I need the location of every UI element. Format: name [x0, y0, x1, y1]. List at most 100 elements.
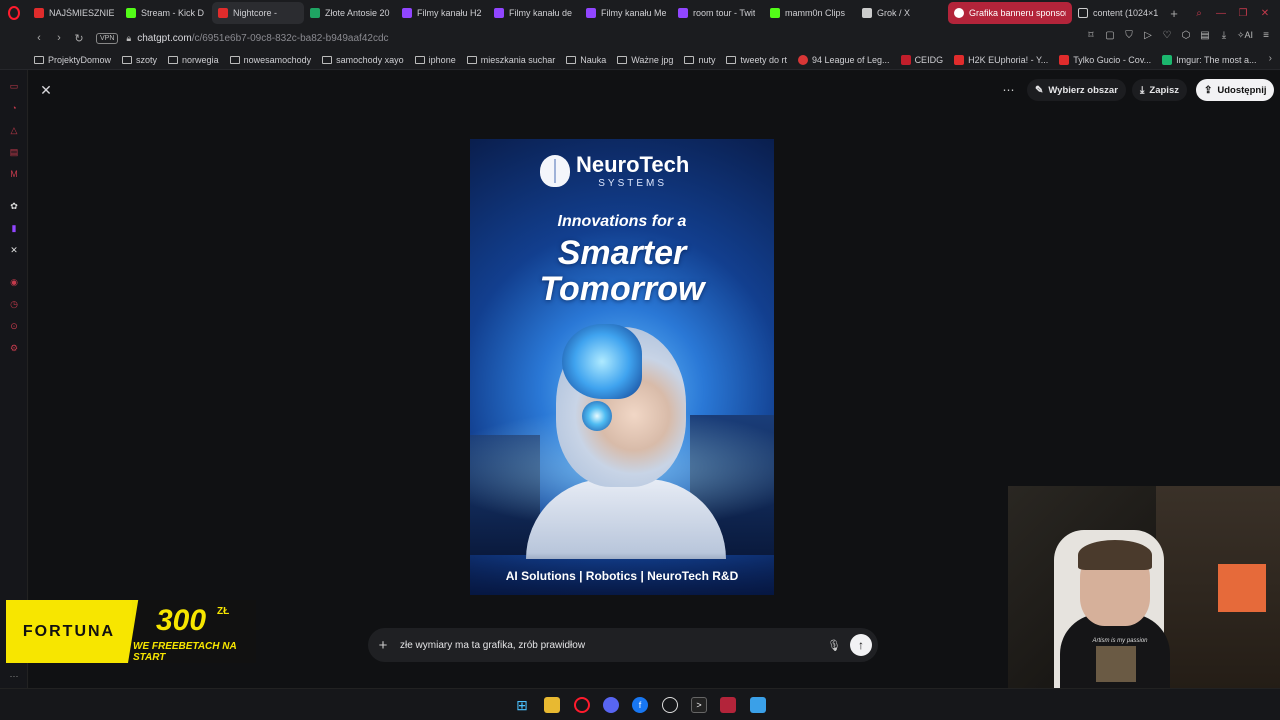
imgur-icon [1162, 54, 1173, 65]
youtube-icon [954, 54, 965, 65]
sponsor-brand-panel: FORTUNA [6, 600, 132, 663]
download-icon: ⤓ [1140, 84, 1145, 96]
vpn-badge[interactable]: VPN [96, 32, 119, 44]
bookmark-folder[interactable]: Nauka [566, 55, 606, 65]
windows-start-icon[interactable]: ⊞ [514, 697, 530, 713]
bookmark-link[interactable]: 94 League of Leg... [797, 54, 890, 65]
twitch-icon [586, 8, 596, 18]
send-button[interactable]: ↑ [850, 634, 872, 656]
tab[interactable]: room tour - Twit [672, 2, 764, 24]
bookmark-folder[interactable]: ProjektyDomow [34, 55, 111, 65]
play-icon[interactable]: ▷ [1142, 29, 1154, 41]
menu-icon[interactable]: ≡ [1260, 29, 1272, 41]
opera-logo-icon[interactable] [0, 0, 28, 26]
x-sidebar-icon[interactable]: ✕ [8, 244, 20, 256]
bookmarks-more-icon[interactable]: › [1269, 53, 1272, 64]
bookmark-folder[interactable]: nuty [684, 55, 715, 65]
clock-icon[interactable]: ◷ [8, 298, 20, 310]
twitch-sidebar-icon[interactable]: ▮ [8, 222, 20, 234]
poster-tagline-2: Smarter [557, 234, 687, 272]
more-options-button[interactable]: ⋯ [1000, 82, 1018, 98]
snapshot-icon[interactable]: ▢ [1104, 29, 1116, 41]
restore-icon[interactable]: ❐ [1234, 4, 1252, 22]
tab[interactable]: Stream - Kick D [120, 2, 212, 24]
tab[interactable]: Filmy kanału H2 [396, 2, 488, 24]
facebook-icon[interactable]: f [632, 697, 648, 713]
reload-icon[interactable]: ↻ [70, 29, 88, 47]
poster-tagline-3: Tomorrow [539, 270, 705, 308]
bookmark-folder[interactable]: samochody xayo [322, 55, 404, 65]
tab[interactable]: Grok / X [856, 2, 948, 24]
settings-icon[interactable]: ⚙ [8, 342, 20, 354]
pin-icon[interactable]: ⊙ [8, 320, 20, 332]
notepad-icon[interactable] [750, 697, 766, 713]
tab[interactable]: Filmy kanału Me [580, 2, 672, 24]
tab-active-chatgpt[interactable]: Grafika banneru sponsors [948, 2, 1072, 24]
tab[interactable]: mamm0n Clips [764, 2, 856, 24]
history-icon[interactable]: ◔ [8, 102, 20, 114]
speed-dial-icon[interactable]: ▭ [8, 80, 20, 92]
extensions-icon[interactable]: ⬡ [1180, 29, 1192, 41]
download-icon[interactable]: ⤓ [1218, 29, 1230, 41]
microphone-icon[interactable]: 🎙︎ [824, 639, 844, 652]
bookmark-folder[interactable]: szoty [122, 55, 157, 65]
bookmark-folder[interactable]: iphone [414, 55, 456, 65]
share-button[interactable]: ⇪ Udostępnij [1196, 79, 1275, 101]
tab[interactable]: Złote Antosie 20 [304, 2, 396, 24]
share-icon: ⇪ [1204, 84, 1213, 96]
bookmark-folder[interactable]: nowesamochody [229, 55, 311, 65]
robot-brain [562, 324, 642, 399]
search-icon[interactable]: ⌕ [1190, 4, 1208, 22]
select-area-button[interactable]: ✎ Wybierz obszar [1027, 79, 1126, 101]
chatgpt-sidebar-icon[interactable]: ✿ [8, 200, 20, 212]
ai-icon[interactable]: △ [8, 124, 20, 136]
bookmark-folder[interactable]: norwegia [168, 55, 219, 65]
bookmark-folder[interactable]: tweety do rt [726, 55, 787, 65]
new-tab-button[interactable]: + [1164, 2, 1184, 24]
tab[interactable]: NAJŚMIESZNIEJ [28, 2, 120, 24]
opera-taskbar-icon[interactable] [574, 697, 590, 713]
bookmark-folder[interactable]: mieszkania suchar [466, 55, 555, 65]
bookmark-link[interactable]: Imgur: The most a... [1162, 54, 1257, 65]
wallet-icon[interactable]: ▤ [1199, 29, 1211, 41]
tab[interactable]: Filmy kanału de [488, 2, 580, 24]
poster-footer: AI Solutions | Robotics | NeuroTech R&D [505, 569, 739, 583]
chatgpt-taskbar-icon[interactable] [662, 697, 678, 713]
terminal-icon[interactable]: > [691, 697, 707, 713]
minimize-icon[interactable]: — [1212, 4, 1230, 22]
bookmark-link[interactable]: H2K EUphoria! - Y... [954, 54, 1048, 65]
heart-icon[interactable]: ♡ [1161, 29, 1173, 41]
folder-icon [229, 55, 240, 64]
bookmark-folder[interactable]: Ważne jpg [617, 55, 673, 65]
bookmark-link[interactable]: Tylko Gucio - Cov... [1059, 54, 1151, 65]
webcam-overlay: Artism is my passion [1008, 486, 1280, 690]
address-bar-icons: ⌑ ▢ ⛉ ▷ ♡ ⬡ ▤ ⤓ ✧AI ≡ [1085, 29, 1272, 41]
file-explorer-icon[interactable] [544, 697, 560, 713]
window-controls: ⌕ — ❐ ✕ [1190, 0, 1280, 26]
discord-icon[interactable] [603, 697, 619, 713]
save-button[interactable]: ⤓ Zapisz [1132, 79, 1187, 101]
close-viewer-button[interactable]: ✕ [38, 82, 54, 98]
prompt-bar[interactable]: + złe wymiary ma ta grafika, zrób prawid… [368, 628, 878, 662]
prompt-input[interactable]: złe wymiary ma ta grafika, zrób prawidło… [398, 640, 824, 651]
forward-icon[interactable]: › [50, 29, 68, 47]
messenger-icon[interactable]: ▤ [8, 146, 20, 158]
url-field[interactable]: chatgpt.com/c/6951e6b7-09c8-832c-ba82-b9… [137, 33, 388, 44]
sponsor-banner: FORTUNA 300 ZŁ WE FREEBETACH NA START [6, 600, 256, 663]
gmail-icon[interactable]: M [8, 168, 20, 180]
webcam-picture-frame [1218, 564, 1266, 612]
windows-taskbar: ⊞ f > [0, 688, 1280, 720]
bookmark-icon[interactable]: ⌑ [1085, 29, 1097, 41]
player-icon[interactable]: ◉ [8, 276, 20, 288]
back-icon[interactable]: ‹ [30, 29, 48, 47]
lock-icon[interactable]: 🔒︎ [126, 33, 131, 44]
shield-icon[interactable]: ⛉ [1123, 29, 1135, 41]
stream-app-icon[interactable] [720, 697, 736, 713]
aria-ai-icon[interactable]: ✧AI [1237, 29, 1253, 41]
tab[interactable]: content (1024×1 [1072, 2, 1164, 24]
more-icon[interactable]: ⋯ [8, 670, 20, 682]
add-attachment-button[interactable]: + [368, 637, 398, 654]
bookmark-link[interactable]: CEIDG [900, 54, 943, 65]
close-window-icon[interactable]: ✕ [1256, 4, 1274, 22]
tab[interactable]: Nightcore - [212, 2, 304, 24]
